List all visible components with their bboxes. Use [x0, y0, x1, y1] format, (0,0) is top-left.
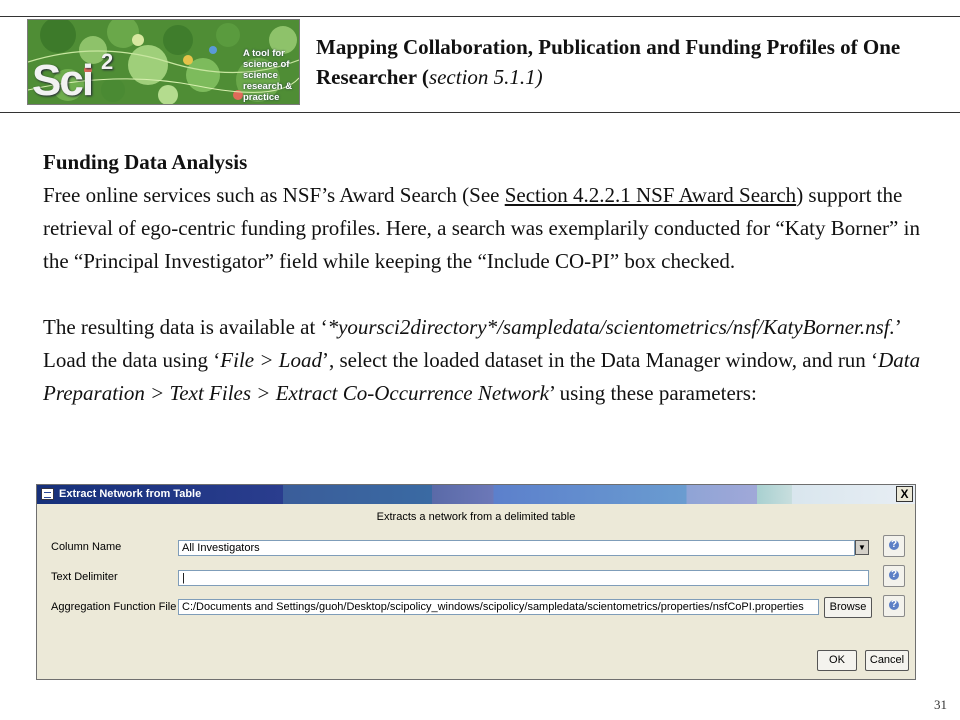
paragraph-data: The resulting data is available at ‘*you… [43, 311, 923, 410]
help-icon[interactable] [883, 535, 905, 557]
help-icon[interactable] [883, 595, 905, 617]
data-file-path: *yoursci2directory*/sampledata/scientome… [327, 315, 895, 339]
aggregation-function-file-input[interactable]: C:/Documents and Settings/guoh/Desktop/s… [178, 599, 819, 615]
header-top-rule [0, 16, 960, 17]
close-button[interactable]: X [896, 486, 913, 502]
paragraph-data-text-d: ’ using these parameters: [549, 381, 757, 405]
paragraph-funding-text-a: Free online services such as NSF’s Award… [43, 183, 505, 207]
logo-wordmark: Sci [32, 56, 94, 105]
help-icon[interactable] [883, 565, 905, 587]
paragraph-spacer [43, 278, 923, 311]
column-name-label: Column Name [51, 541, 122, 553]
table-icon [41, 488, 54, 500]
dialog-title: Extract Network from Table [59, 488, 202, 500]
logo-tagline: A tool for science of science research &… [243, 48, 293, 103]
ok-button[interactable]: OK [817, 650, 857, 671]
slide-title-section: section 5.1.1) [428, 65, 543, 89]
slide-title-text: Mapping Collaboration, Publication and F… [316, 35, 901, 89]
body-text: Funding Data Analysis Free online servic… [43, 146, 923, 410]
page-number: 31 [934, 697, 947, 712]
header-bottom-rule [0, 112, 960, 113]
extract-network-dialog: Extract Network from Table X Extracts a … [36, 484, 916, 680]
paragraph-funding: Free online services such as NSF’s Award… [43, 179, 923, 278]
text-delimiter-label: Text Delimiter [51, 571, 118, 583]
paragraph-data-text-a: The resulting data is available at ‘ [43, 315, 328, 339]
browse-button[interactable]: Browse [824, 597, 872, 618]
cancel-button[interactable]: Cancel [865, 650, 909, 671]
text-delimiter-input[interactable]: | [178, 570, 869, 586]
dialog-description: Extracts a network from a delimited tabl… [376, 511, 576, 523]
slide-title: Mapping Collaboration, Publication and F… [316, 32, 916, 92]
paragraph-data-text-c: ’, select the loaded dataset in the Data… [321, 348, 879, 372]
logo-wordmark-superscript: 2 [101, 49, 114, 74]
chevron-down-icon[interactable]: ▼ [855, 540, 869, 555]
file-load-menu-path: File > Load [220, 348, 322, 372]
dialog-titlebar[interactable]: Extract Network from Table X [37, 485, 915, 504]
sci2-logo: Sci 2 A tool for science of science rese… [27, 19, 300, 105]
nsf-award-search-link[interactable]: Section 4.2.2.1 NSF Award Search [505, 183, 796, 207]
aggregation-function-file-label: Aggregation Function File [51, 601, 177, 613]
section-heading: Funding Data Analysis [43, 150, 248, 174]
column-name-select[interactable]: All Investigators [178, 540, 855, 556]
